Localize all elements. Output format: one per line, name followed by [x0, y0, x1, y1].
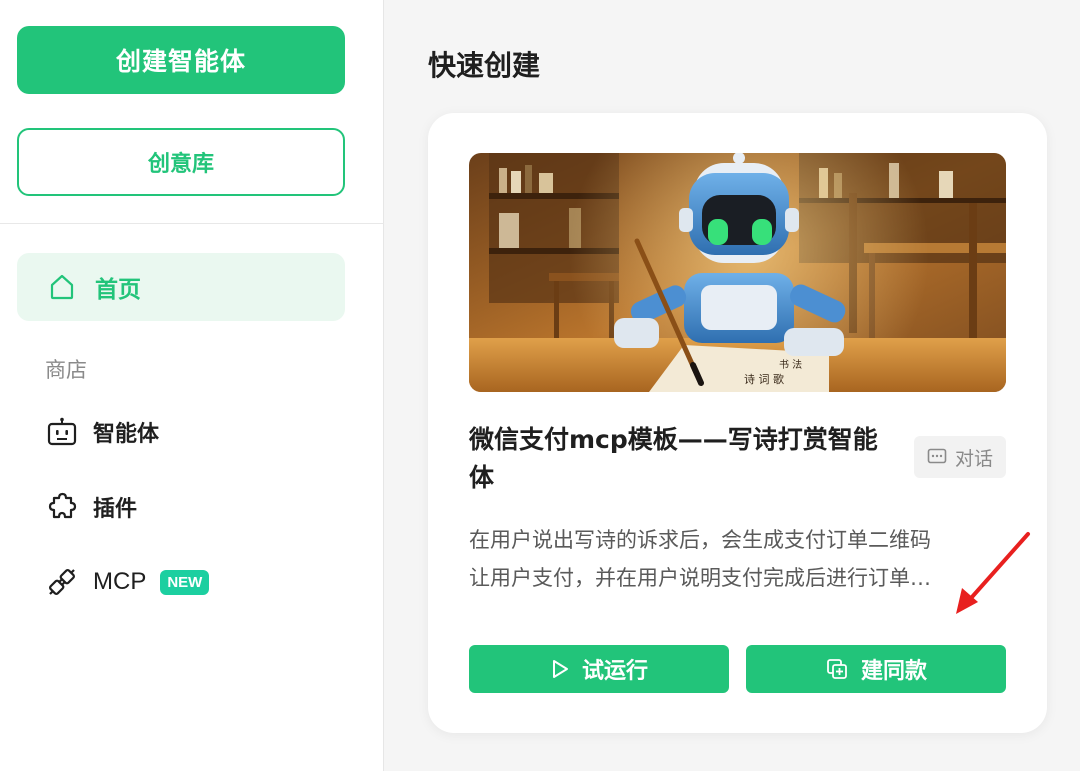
svg-text:书 法: 书 法 — [779, 358, 802, 371]
test-run-label: 试运行 — [581, 659, 648, 684]
sidebar-item-label: MCP — [93, 568, 147, 595]
create-same-button[interactable]: 建同款 — [746, 645, 1006, 693]
page-title: 快速创建 — [428, 49, 541, 82]
card-description: 在用户说出写诗的诉求后，会生成支付订单二维码 让用户支付，并在用户说明支付完成后… — [469, 521, 1009, 597]
play-icon — [552, 660, 568, 678]
sidebar-item-label: 首页 — [95, 277, 141, 303]
description-line: 让用户支付，并在用户说明支付完成后进行订单… — [469, 566, 931, 590]
sidebar-item-label: 智能体 — [93, 422, 160, 447]
sidebar-item-home[interactable]: 首页 — [17, 253, 345, 321]
copy-icon — [827, 659, 847, 679]
test-run-button[interactable]: 试运行 — [469, 645, 729, 693]
sidebar-item-agents[interactable]: 智能体 — [45, 415, 159, 449]
sidebar-item-mcp[interactable]: MCP NEW — [45, 565, 210, 599]
description-line: 在用户说出写诗的诉求后，会生成支付订单二维码 — [469, 528, 931, 552]
plug-icon — [45, 565, 79, 599]
sidebar: 创建智能体 创意库 首页 商店 智能体 插件 MCP NEW — [0, 0, 384, 771]
sidebar-divider — [0, 223, 384, 224]
chat-tag-label: 对话 — [954, 447, 993, 470]
svg-text:诗 词 歌: 诗 词 歌 — [744, 372, 784, 386]
creative-library-button[interactable]: 创意库 — [17, 128, 345, 196]
create-same-label: 建同款 — [860, 659, 927, 684]
sidebar-item-plugins[interactable]: 插件 — [45, 490, 137, 524]
chat-tag: 对话 — [914, 436, 1006, 478]
puzzle-icon — [45, 490, 79, 524]
store-section-label: 商店 — [45, 358, 87, 382]
chat-icon — [927, 448, 947, 464]
template-card[interactable]: 诗 词 歌 书 法 微信支付mcp模板——写诗打赏智能体 对话 在用户说出写诗的… — [428, 113, 1047, 733]
home-icon — [50, 274, 74, 300]
annotation-arrow-icon — [956, 532, 1030, 614]
card-title: 微信支付mcp模板——写诗打赏智能体 — [469, 425, 878, 492]
card-cover-image: 诗 词 歌 书 法 — [469, 153, 1006, 392]
sidebar-item-label: 插件 — [93, 497, 138, 522]
new-badge: NEW — [160, 569, 210, 595]
create-agent-button[interactable]: 创建智能体 — [17, 26, 345, 94]
robot-icon — [45, 415, 79, 449]
